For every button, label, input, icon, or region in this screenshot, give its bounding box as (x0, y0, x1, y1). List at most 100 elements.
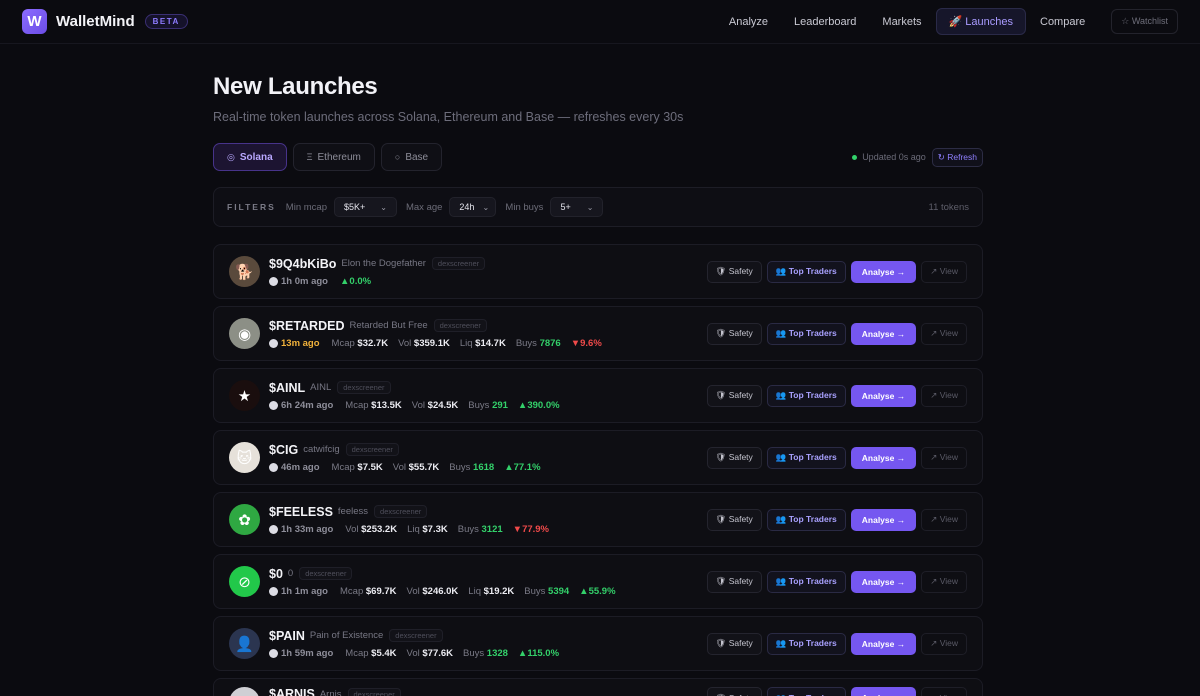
token-meta: 1h 59m ago Mcap $5.4K Vol $77.6K Buys 1328… (269, 648, 559, 659)
buys-stat: Buys 3121 (458, 524, 503, 535)
token-symbol[interactable]: $CIG (269, 443, 298, 457)
dexscreener-tag[interactable]: dexscreener (433, 319, 487, 332)
token-row[interactable]: ✿ $FEELESS feeless dexscreener 1h 33m ag… (213, 492, 983, 547)
view-button[interactable]: ↗ View (921, 508, 967, 531)
token-age: 1h 33m ago (281, 523, 334, 535)
view-button[interactable]: ↗ View (921, 570, 967, 593)
token-row[interactable]: $ARNIS Arnis dexscreener 🛡 Safety 👥 Top … (213, 678, 983, 696)
safety-button[interactable]: 🛡 Safety (706, 322, 762, 345)
analyse-button[interactable]: Analyse → (850, 687, 917, 696)
refresh-button[interactable]: ↻ Refresh (931, 147, 983, 167)
token-meta: 46m ago Mcap $7.5K Vol $55.7K Buys 1618 ▲77… (269, 462, 541, 473)
dexscreener-tag[interactable]: dexscreener (347, 687, 401, 696)
token-row[interactable]: 🐱 $CIG catwifcig dexscreener 46m ago Mca… (213, 430, 983, 485)
token-symbol[interactable]: $FEELESS (269, 505, 333, 519)
price-change: ▼77.9% (513, 524, 549, 535)
liq-label: Liq (459, 337, 473, 349)
token-age: 6h 24m ago (281, 399, 334, 411)
liq-label: Liq (468, 585, 481, 597)
dexscreener-tag[interactable]: dexscreener (389, 629, 443, 642)
token-symbol[interactable]: $9Q4bKiBo (269, 257, 336, 271)
nav-analyze[interactable]: Analyze (717, 10, 780, 34)
top-traders-button[interactable]: 👥 Top Traders (766, 508, 846, 531)
nav-compare[interactable]: Compare (1028, 10, 1097, 34)
dexscreener-tag[interactable]: dexscreener (337, 381, 391, 394)
clock-icon (269, 462, 278, 472)
token-symbol[interactable]: $PAIN (269, 629, 305, 643)
min-buys-value: 5+ (560, 202, 571, 212)
token-symbol[interactable]: $0 (269, 567, 283, 581)
view-button[interactable]: ↗ View (921, 322, 967, 345)
dexscreener-tag[interactable]: dexscreener (374, 505, 428, 518)
nav-markets[interactable]: Markets (870, 10, 933, 34)
tab-label: Solana (239, 151, 273, 163)
token-row[interactable]: 👤 $PAIN Pain of Existence dexscreener 1h… (213, 616, 983, 671)
analyse-button[interactable]: Analyse → (850, 322, 917, 345)
analyse-button[interactable]: Analyse → (850, 260, 917, 283)
token-row[interactable]: ⊘ $0 0 dexscreener 1h 1m ago Mcap $69.7K… (213, 554, 983, 609)
min-mcap-select[interactable]: $5K+ ⌄ (333, 197, 397, 217)
token-age: 13m ago (281, 337, 320, 349)
update-status: Updated 0s ago ↻ Refresh (852, 147, 983, 167)
token-avatar: ✿ (229, 504, 260, 535)
top-traders-button[interactable]: 👥 Top Traders (766, 322, 846, 345)
tab-solana[interactable]: ◎ Solana (213, 143, 287, 171)
app-name[interactable]: WalletMind (56, 13, 135, 30)
liq-stat: Liq $7.3K (407, 524, 448, 535)
safety-button[interactable]: 🛡 Safety (706, 632, 762, 655)
dexscreener-tag[interactable]: dexscreener (431, 257, 486, 270)
liq-value: $19.2K (483, 585, 515, 597)
top-traders-button[interactable]: 👥 Top Traders (766, 570, 846, 593)
safety-button[interactable]: 🛡 Safety (706, 384, 762, 407)
top-traders-button[interactable]: 👥 Top Traders (766, 687, 846, 696)
token-avatar: ◉ (229, 318, 260, 349)
tab-ethereum[interactable]: Ξ Ethereum (292, 143, 375, 171)
buys-value: 1618 (473, 461, 495, 473)
min-buys-select[interactable]: 5+ ⌄ (550, 197, 604, 217)
analyse-button[interactable]: Analyse → (850, 384, 917, 407)
view-button[interactable]: ↗ View (921, 446, 967, 469)
view-button[interactable]: ↗ View (921, 687, 967, 696)
buys-label: Buys (468, 399, 490, 411)
token-symbol[interactable]: $AINL (269, 381, 305, 395)
safety-button[interactable]: 🛡 Safety (706, 508, 762, 531)
safety-button[interactable]: 🛡 Safety (706, 446, 762, 469)
nav-launches[interactable]: 🚀 Launches (935, 8, 1026, 35)
view-button[interactable]: ↗ View (921, 260, 967, 283)
token-row[interactable]: ◉ $RETARDED Retarded But Free dexscreene… (213, 306, 983, 361)
main-nav: Analyze Leaderboard Markets 🚀 Launches C… (715, 8, 1178, 35)
watchlist-button[interactable]: ☆ Watchlist (1111, 9, 1178, 34)
dexscreener-tag[interactable]: dexscreener (299, 567, 353, 580)
buys-stat: Buys 291 (468, 400, 508, 411)
nav-leaderboard[interactable]: Leaderboard (782, 10, 868, 34)
safety-button[interactable]: 🛡 Safety (706, 570, 762, 593)
safety-button[interactable]: 🛡 Safety (706, 260, 762, 283)
token-info: $AINL AINL dexscreener 6h 24m ago Mcap $… (269, 381, 560, 411)
top-traders-button[interactable]: 👥 Top Traders (766, 260, 846, 283)
walletmind-logo[interactable]: W (22, 9, 47, 34)
max-age-select[interactable]: 24h ⌄ (449, 197, 497, 217)
analyse-button[interactable]: Analyse → (850, 508, 917, 531)
top-traders-button[interactable]: 👥 Top Traders (766, 384, 846, 407)
token-age: 1h 0m ago (281, 275, 328, 287)
mcap-label: Mcap (345, 399, 369, 411)
token-header: $CIG catwifcig dexscreener (269, 443, 541, 457)
token-info: $CIG catwifcig dexscreener 46m ago Mcap … (269, 443, 541, 473)
token-symbol[interactable]: $RETARDED (269, 319, 344, 333)
safety-button[interactable]: 🛡 Safety (706, 687, 762, 696)
buys-value: 7876 (539, 337, 561, 349)
token-row[interactable]: ★ $AINL AINL dexscreener 6h 24m ago Mcap… (213, 368, 983, 423)
view-button[interactable]: ↗ View (921, 384, 967, 407)
view-button[interactable]: ↗ View (921, 632, 967, 655)
analyse-button[interactable]: Analyse → (850, 570, 917, 593)
analyse-button[interactable]: Analyse → (850, 632, 917, 655)
dexscreener-tag[interactable]: dexscreener (345, 443, 399, 456)
analyse-button[interactable]: Analyse → (850, 446, 917, 469)
top-traders-button[interactable]: 👥 Top Traders (766, 446, 846, 469)
token-symbol[interactable]: $ARNIS (269, 687, 315, 696)
top-traders-button[interactable]: 👥 Top Traders (766, 632, 846, 655)
tab-base[interactable]: ○ Base (380, 143, 443, 171)
token-row[interactable]: 🐕 $9Q4bKiBo Elon the Dogefather dexscree… (213, 244, 983, 299)
vol-value: $77.6K (422, 647, 454, 659)
arrow-up-icon: ▲ (579, 585, 589, 597)
